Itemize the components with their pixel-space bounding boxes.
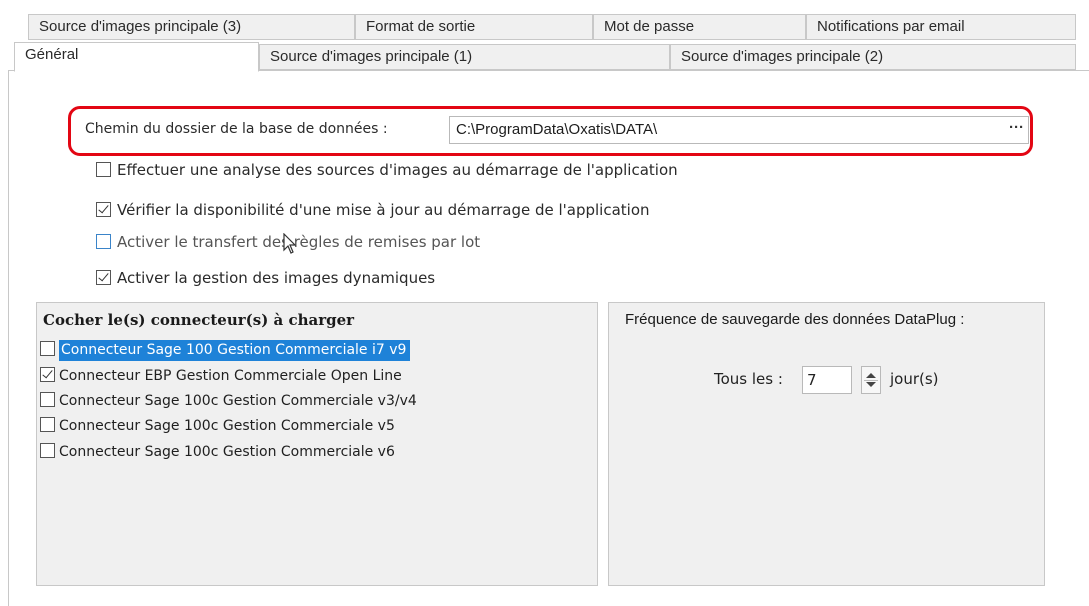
spinner-divider — [864, 380, 878, 381]
connectors-title: Cocher le(s) connecteur(s) à charger — [43, 311, 355, 329]
checkbox[interactable] — [96, 162, 111, 177]
tab-source-images-1[interactable]: Source d'images principale (1) — [259, 44, 670, 70]
database-path-label: Chemin du dossier de la base de données … — [85, 121, 388, 137]
spin-down-icon[interactable] — [866, 382, 876, 387]
connector-label: Connecteur Sage 100c Gestion Commerciale… — [59, 393, 417, 409]
database-path-row: Chemin du dossier de la base de données … — [68, 106, 1033, 156]
backup-title: Fréquence de sauvegarde des données Data… — [625, 311, 965, 328]
checkbox[interactable] — [96, 270, 111, 285]
tab-label: Mot de passe — [604, 18, 695, 35]
backup-panel: Tous les : 7 jour(s) — [617, 335, 1036, 577]
connectors-list[interactable]: Connecteur Sage 100 Gestion Commerciale … — [37, 335, 597, 585]
tab-source-images-3[interactable]: Source d'images principale (3) — [28, 14, 355, 40]
connector-label: Connecteur EBP Gestion Commerciale Open … — [59, 368, 402, 384]
option-label: Activer le transfert des règles de remis… — [117, 233, 481, 251]
database-path-input[interactable]: C:\ProgramData\Oxatis\DATA\ ··· — [449, 116, 1029, 144]
checkbox[interactable] — [40, 367, 55, 382]
list-item[interactable]: Connecteur EBP Gestion Commerciale Open … — [40, 365, 596, 387]
list-item[interactable]: Connecteur Sage 100c Gestion Commerciale… — [40, 390, 596, 412]
checkbox[interactable] — [40, 392, 55, 407]
option-label: Effectuer une analyse des sources d'imag… — [117, 161, 678, 179]
list-item[interactable]: Connecteur Sage 100c Gestion Commerciale… — [40, 415, 596, 437]
checkbox[interactable] — [40, 417, 55, 432]
frequency-unit: jour(s) — [890, 370, 939, 388]
list-item[interactable]: Connecteur Sage 100 Gestion Commerciale … — [40, 339, 596, 361]
connectors-group: Cocher le(s) connecteur(s) à charger Con… — [36, 302, 598, 586]
option-label: Vérifier la disponibilité d'une mise à j… — [117, 201, 650, 219]
tab-label: Notifications par email — [817, 18, 965, 35]
option-verifier-mise-a-jour[interactable]: Vérifier la disponibilité d'une mise à j… — [96, 201, 650, 219]
mouse-cursor-icon — [283, 233, 297, 254]
connector-label: Connecteur Sage 100c Gestion Commerciale… — [59, 444, 395, 460]
checkbox[interactable] — [40, 443, 55, 458]
connector-label: Connecteur Sage 100 Gestion Commerciale … — [59, 340, 411, 361]
tab-format-sortie[interactable]: Format de sortie — [355, 14, 593, 40]
frequency-spinner[interactable] — [861, 366, 881, 394]
option-analyse-sources[interactable]: Effectuer une analyse des sources d'imag… — [96, 161, 678, 179]
backup-frequency-group: Fréquence de sauvegarde des données Data… — [608, 302, 1045, 586]
database-path-value: C:\ProgramData\Oxatis\DATA\ — [456, 121, 658, 138]
checkbox[interactable] — [96, 234, 111, 249]
frequency-input[interactable]: 7 — [802, 366, 852, 394]
tab-source-images-2[interactable]: Source d'images principale (2) — [670, 44, 1076, 70]
tab-mot-de-passe[interactable]: Mot de passe — [593, 14, 806, 40]
option-label: Activer la gestion des images dynamiques — [117, 269, 436, 287]
tab-label: Format de sortie — [366, 18, 476, 35]
tab-label: Source d'images principale (3) — [39, 18, 242, 35]
frequency-label: Tous les : — [714, 370, 783, 388]
frequency-value: 7 — [807, 371, 817, 389]
connector-label: Connecteur Sage 100c Gestion Commerciale… — [59, 418, 395, 434]
checkbox[interactable] — [40, 341, 55, 356]
browse-button[interactable]: ··· — [1009, 119, 1024, 136]
checkbox[interactable] — [96, 202, 111, 217]
spin-up-icon[interactable] — [866, 373, 876, 378]
tab-general[interactable]: Général — [14, 42, 259, 72]
tab-notifications-email[interactable]: Notifications par email — [806, 14, 1076, 40]
list-item[interactable]: Connecteur Sage 100c Gestion Commerciale… — [40, 441, 596, 463]
tab-label: Source d'images principale (1) — [270, 48, 473, 65]
tab-label: Général — [25, 46, 79, 63]
tab-label: Source d'images principale (2) — [681, 48, 884, 65]
option-images-dynamiques[interactable]: Activer la gestion des images dynamiques — [96, 269, 435, 287]
